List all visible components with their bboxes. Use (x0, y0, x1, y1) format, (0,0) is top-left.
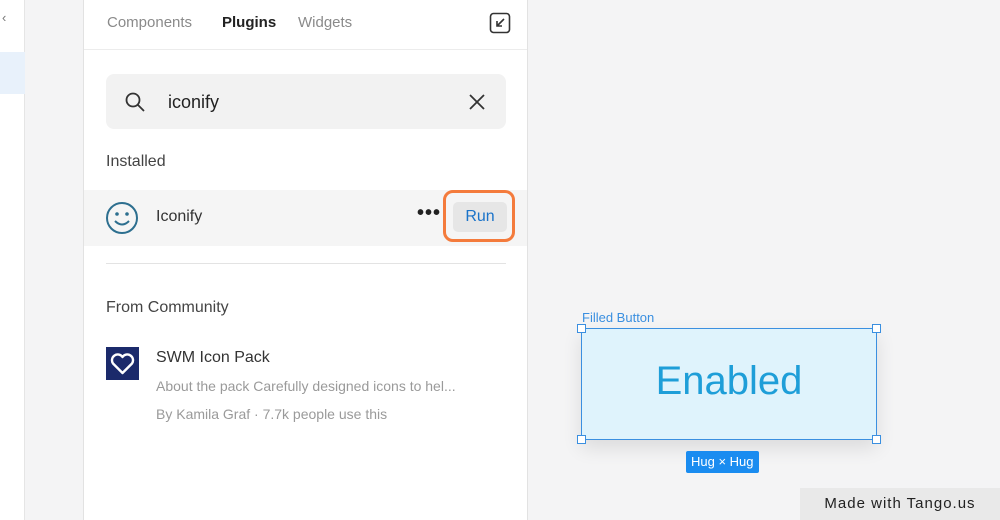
tab-plugins[interactable]: Plugins (222, 14, 276, 31)
collapse-panel-icon[interactable] (489, 12, 511, 34)
figma-workspace: ‹ Components Plugins Widgets iconify Ins… (0, 0, 1000, 520)
plugin-name: Iconify (156, 208, 203, 225)
resize-handle-top-right[interactable] (872, 324, 881, 333)
layers-panel-edge: ‹ (0, 0, 25, 520)
tab-widgets[interactable]: Widgets (298, 14, 352, 31)
clear-search-icon[interactable] (466, 91, 488, 113)
search-input[interactable] (168, 88, 448, 116)
resize-handle-bottom-left[interactable] (577, 435, 586, 444)
plugin-row-iconify[interactable]: Iconify ••• Run (84, 190, 527, 246)
frame-text: Enabled (655, 359, 803, 403)
community-heading: From Community (106, 299, 229, 316)
community-plugin-name: SWM Icon Pack (156, 349, 270, 366)
community-plugin-meta: By Kamila Graf · 7.7k people use this (156, 406, 388, 422)
resize-handle-bottom-right[interactable] (872, 435, 881, 444)
resources-tabs: Components Plugins Widgets (84, 0, 527, 50)
filled-button-frame[interactable]: Enabled (581, 328, 877, 440)
community-plugin-description: About the pack Carefully designed icons … (156, 378, 456, 394)
size-badge: Hug × Hug (686, 451, 759, 473)
chevron-left-icon[interactable]: ‹ (2, 10, 6, 25)
section-divider (106, 263, 506, 264)
resources-panel: Components Plugins Widgets iconify Insta… (83, 0, 528, 520)
community-plugin-swm-icon-pack[interactable]: SWM Icon Pack About the pack Carefully d… (106, 345, 506, 425)
tab-components[interactable]: Components (107, 14, 192, 31)
watermark: Made with Tango.us (800, 488, 1000, 520)
heart-icon (106, 347, 139, 380)
resize-handle-top-left[interactable] (577, 324, 586, 333)
smiley-icon (105, 201, 139, 235)
run-button[interactable]: Run (453, 202, 507, 232)
selected-layer-row[interactable] (0, 52, 25, 94)
more-options-icon[interactable]: ••• (417, 202, 441, 225)
frame-label[interactable]: Filled Button (582, 310, 654, 325)
search-icon (124, 91, 146, 113)
installed-heading: Installed (106, 153, 166, 170)
plugin-search-box (106, 74, 506, 129)
